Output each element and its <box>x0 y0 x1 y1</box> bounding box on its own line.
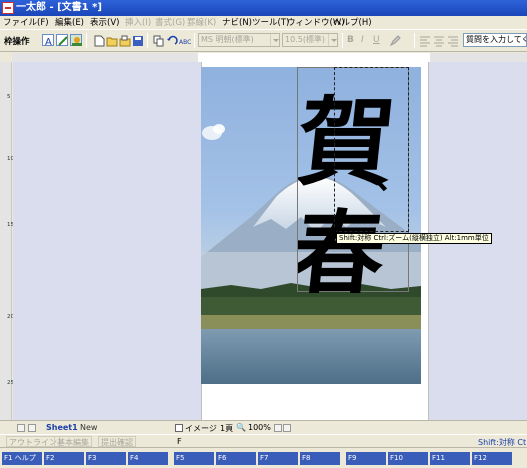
f2-key[interactable]: F2 <box>44 452 84 465</box>
mode-tabs-bar: アウトライン 基本編集 提出確認 F Shift:対称 Ct <box>0 434 527 447</box>
f5-key[interactable]: F5 <box>174 452 214 465</box>
toolbar-separator <box>342 33 343 48</box>
vertical-ruler[interactable]: 5 10 15 20 25 <box>0 62 14 420</box>
menu-help[interactable]: ヘルプ(H) <box>333 17 372 29</box>
fkey-label: F4 <box>130 454 139 462</box>
next-sheet-icon[interactable] <box>28 424 36 432</box>
toolbar-separator <box>147 33 148 48</box>
fkey-label: F8 <box>302 454 311 462</box>
horizontal-ruler[interactable] <box>12 53 527 62</box>
resize-handle[interactable] <box>331 227 336 232</box>
toolbar: 枠操作 A ABC MS 明朝(標準) 10.5(標準) B I U <box>0 30 527 52</box>
draw-frame-icon[interactable] <box>56 34 68 46</box>
abc-icon[interactable]: ABC <box>178 34 191 46</box>
menu-file[interactable]: ファイル(F) <box>3 17 49 29</box>
fkey-label: F12 <box>474 454 487 462</box>
fkey-label: F10 <box>390 454 403 462</box>
chevron-down-icon[interactable] <box>270 34 279 46</box>
f1-label: F1 ヘルプ <box>4 454 36 462</box>
question-placeholder: 質問を入力してくださ <box>466 35 526 44</box>
frame-mode-label[interactable]: 枠操作 <box>4 35 30 47</box>
menu-insert[interactable]: 挿入(I) <box>125 17 151 29</box>
f6-key[interactable]: F6 <box>216 452 256 465</box>
undo-icon[interactable] <box>165 34 178 46</box>
zoom-icon[interactable]: 🔍 <box>236 423 246 432</box>
align-right-icon[interactable] <box>446 34 458 47</box>
font-name-combo[interactable]: MS 明朝(標準) <box>198 33 280 47</box>
selected-frame-outline[interactable] <box>334 67 409 232</box>
sheet-tab-sheet1[interactable]: Sheet1 <box>46 423 78 432</box>
svg-text:A: A <box>45 37 52 47</box>
question-input[interactable]: 質問を入力してくださ <box>463 33 527 47</box>
svg-text:ABC: ABC <box>179 39 191 46</box>
ruler-mark: 5 <box>7 94 11 100</box>
font-name-value: MS 明朝(標準) <box>201 35 254 44</box>
image-view-icon[interactable] <box>175 424 183 432</box>
f4-key[interactable]: F4 <box>128 452 168 465</box>
sheet-bar: Sheet1 New イメージ 1頁 🔍 100% <box>0 420 527 434</box>
f1-help-key[interactable]: F1 ヘルプ <box>2 452 42 465</box>
menu-ruled-line[interactable]: 罫線(K) <box>187 17 216 29</box>
f8-key[interactable]: F8 <box>300 452 340 465</box>
open-file-icon[interactable] <box>118 34 131 47</box>
f9-key[interactable]: F9 <box>346 452 386 465</box>
zoom-level[interactable]: 100% <box>248 423 271 432</box>
menu-format[interactable]: 書式(G) <box>155 17 185 29</box>
page-number: 1頁 <box>220 424 234 433</box>
fkey-label: F7 <box>260 454 269 462</box>
image-view-label[interactable]: イメージ <box>185 423 217 434</box>
bold-button[interactable]: B <box>347 35 354 45</box>
ichitaro-app-icon[interactable] <box>2 2 14 14</box>
tab-basic-edit[interactable]: 基本編集 <box>54 436 92 447</box>
highlight-pen-icon[interactable] <box>388 34 401 47</box>
fkey-label: F6 <box>218 454 227 462</box>
font-size-combo[interactable]: 10.5(標準) <box>282 33 338 47</box>
f11-key[interactable]: F11 <box>430 452 470 465</box>
drag-hint-tooltip: Shift:対称 Ctrl:ズーム(縦横独立) Alt:1mm単位 <box>336 233 492 244</box>
zoom-in-icon[interactable] <box>283 424 291 432</box>
fkey-label: F11 <box>432 454 445 462</box>
menu-view[interactable]: 表示(V) <box>90 17 119 29</box>
fkey-label: F9 <box>348 454 357 462</box>
fkey-label: F5 <box>176 454 185 462</box>
tab-outline[interactable]: アウトライン <box>6 436 60 447</box>
open-folder-icon[interactable] <box>105 34 118 47</box>
window-title: 一太郎 - [文書1 *] <box>16 2 102 13</box>
ruler-active-area <box>198 53 430 62</box>
new-sheet-tab[interactable]: New <box>80 423 97 432</box>
menu-edit[interactable]: 編集(E) <box>55 17 84 29</box>
tooltip-text: Shift:対称 Ctrl:ズーム(縦横独立) Alt:1mm単位 <box>339 234 489 242</box>
underline-button[interactable]: U <box>373 35 380 45</box>
menu-navi[interactable]: ナビ(N) <box>222 17 252 29</box>
text-frame-icon[interactable]: A <box>42 34 54 48</box>
toolbar-separator <box>194 33 195 48</box>
f7-key[interactable]: F7 <box>258 452 298 465</box>
f-indicator: F <box>177 437 182 446</box>
title-bar: 一太郎 - [文書1 *] <box>0 0 527 16</box>
tab-submission-check[interactable]: 提出確認 <box>98 436 136 447</box>
f3-key[interactable]: F3 <box>86 452 126 465</box>
align-center-icon[interactable] <box>432 34 444 47</box>
save-icon[interactable] <box>131 34 143 46</box>
font-size-value: 10.5(標準) <box>285 35 326 44</box>
menu-tools[interactable]: ツール(T) <box>252 17 289 29</box>
function-key-bar: F1 ヘルプ F2 F3 F4 F5 F6 F7 F8 F9 F10 F11 F… <box>0 447 527 468</box>
fkey-label: F2 <box>46 454 55 462</box>
zoom-out-icon[interactable] <box>274 424 282 432</box>
chevron-down-icon[interactable] <box>328 34 337 46</box>
f12-key[interactable]: F12 <box>472 452 512 465</box>
italic-button[interactable]: I <box>361 35 364 45</box>
new-document-icon[interactable] <box>92 34 105 47</box>
toolbar-separator <box>86 33 87 48</box>
copy-icon[interactable] <box>152 34 164 47</box>
align-left-icon[interactable] <box>418 34 430 47</box>
f10-key[interactable]: F10 <box>388 452 428 465</box>
menu-bar: ファイル(F) 編集(E) 表示(V) 挿入(I) 書式(G) 罫線(K) ナビ… <box>0 16 527 30</box>
prev-sheet-icon[interactable] <box>17 424 25 432</box>
fkey-label: F3 <box>88 454 97 462</box>
picture-frame-icon[interactable] <box>70 34 82 46</box>
toolbar-separator <box>414 33 415 48</box>
